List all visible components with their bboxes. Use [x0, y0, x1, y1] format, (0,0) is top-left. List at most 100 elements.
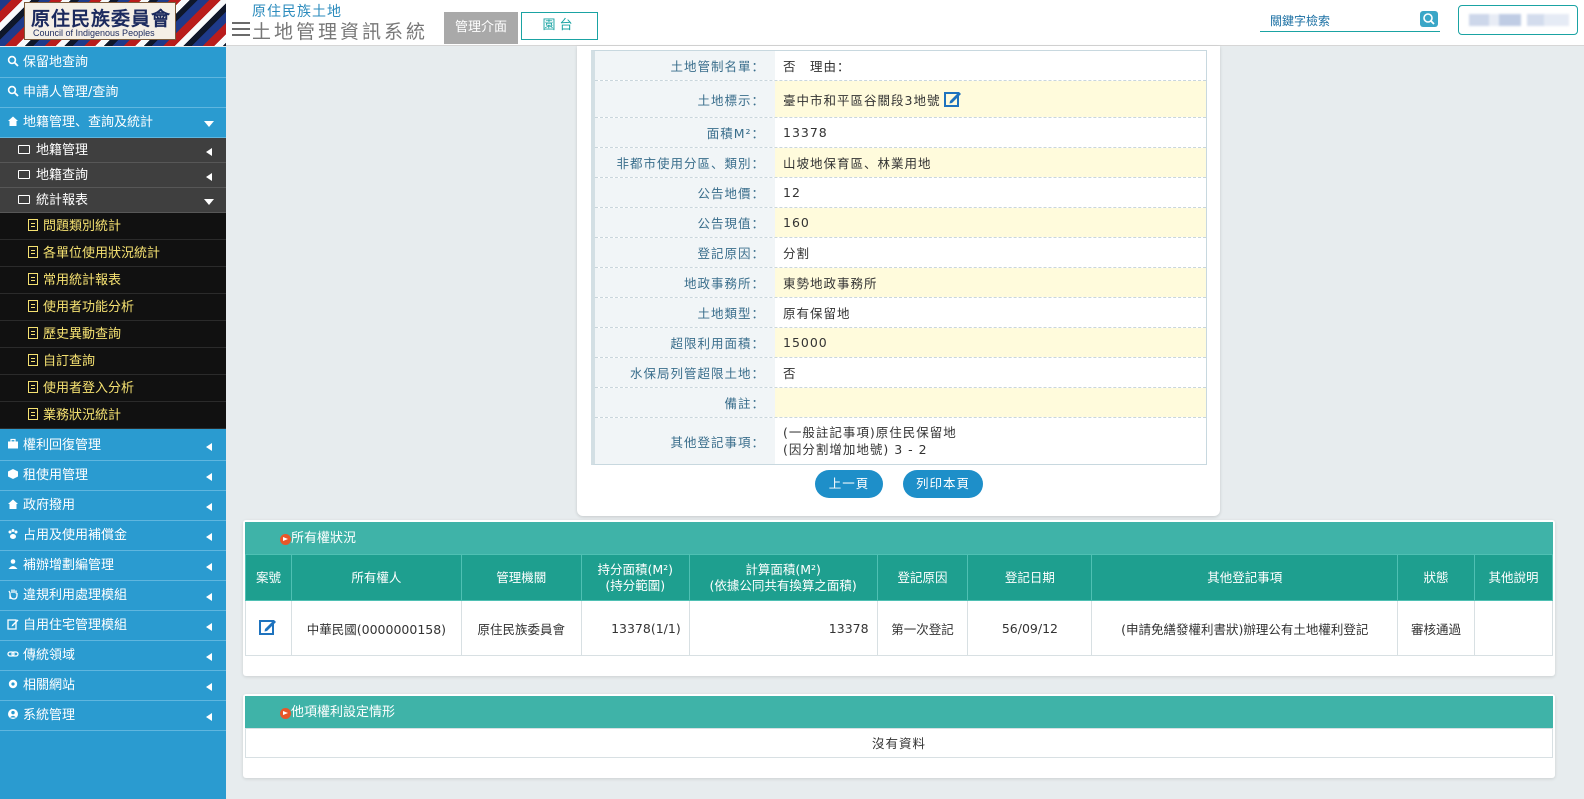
- ownership-panel-header: 所有權狀況: [245, 522, 1553, 554]
- sidebar-item-label: 申請人管理/查詢: [23, 85, 119, 100]
- detail-label: 土地標示：: [595, 81, 775, 117]
- report-item-label: 歷史異動查詢: [43, 327, 122, 342]
- arrow-circle-right-icon: [280, 534, 291, 545]
- detail-row: 超限利用面積： 15000: [595, 328, 1206, 358]
- sidebar-subitem-reports[interactable]: 統計報表: [0, 188, 226, 213]
- edit-icon[interactable]: [943, 89, 963, 109]
- detail-value: 臺中市和平區谷關段3地號: [775, 81, 1206, 117]
- sidebar: 保留地查詢 申請人管理/查詢 地籍管理、查詢及統計 地籍管理 地籍查詢 統計報表…: [0, 47, 226, 799]
- document-icon: [28, 327, 38, 339]
- report-item[interactable]: 使用者功能分析: [0, 294, 226, 321]
- chevron-left-icon: [206, 713, 212, 721]
- system-title-line2: 土地管理資訊系統: [252, 21, 429, 43]
- sidebar-item-violation[interactable]: 違規利用處理模組: [0, 581, 226, 611]
- status-cell: 審核通過: [1397, 600, 1475, 656]
- sidebar-item-lease[interactable]: 租使用管理: [0, 461, 226, 491]
- agency-cell: 原住民族委員會: [460, 600, 582, 656]
- other-cell: (申請免繕發權利書狀)辦理公有土地權利登記: [1091, 600, 1399, 656]
- sidebar-item-compensation[interactable]: 占用及使用補償金: [0, 521, 226, 551]
- detail-row: 備註：: [595, 388, 1206, 418]
- chevron-left-icon: [206, 653, 212, 661]
- search-icon: [7, 55, 19, 67]
- reason-cell: 第一次登記: [876, 600, 969, 656]
- sidebar-subitem-cadastral-query[interactable]: 地籍查詢: [0, 163, 226, 188]
- document-icon: [28, 273, 38, 285]
- print-page-button[interactable]: 列印本頁: [903, 470, 983, 498]
- report-item[interactable]: 業務狀況統計: [0, 402, 226, 429]
- sidebar-subitem-cadastral-manage[interactable]: 地籍管理: [0, 138, 226, 163]
- chevron-left-icon: [206, 623, 212, 631]
- col-header: 狀態: [1397, 554, 1475, 601]
- user-circle-icon: [8, 709, 18, 719]
- col-header: 所有權人: [290, 554, 462, 601]
- report-item[interactable]: 各單位使用狀況統計: [0, 240, 226, 267]
- detail-value: [775, 388, 1206, 417]
- col-header-line: (依據公同共有換算之面積): [709, 577, 857, 593]
- document-icon: [28, 354, 38, 366]
- detail-value: 160: [775, 208, 1206, 237]
- detail-value: 15000: [775, 328, 1206, 357]
- report-item[interactable]: 常用統計報表: [0, 267, 226, 294]
- report-item-label: 自訂查詢: [43, 354, 96, 369]
- chevron-left-icon: [206, 148, 212, 156]
- no-data-message: 沒有資料: [245, 728, 1553, 758]
- gear-icon: [8, 679, 18, 689]
- detail-row: 登記原因： 分割: [595, 238, 1206, 268]
- report-item-label: 使用者功能分析: [43, 300, 135, 315]
- col-header-line: (持分範圍): [605, 577, 666, 593]
- user-account-button[interactable]: [1458, 5, 1578, 35]
- report-item[interactable]: 問題類別統計: [0, 213, 226, 240]
- sidebar-item-rights-restore[interactable]: 權利回復管理: [0, 431, 226, 461]
- sidebar-item-label: 地籍管理、查詢及統計: [23, 115, 154, 130]
- detail-value: (一般註記事項)原住民保留地 (因分割增加地號) 3 - 2: [775, 418, 1206, 464]
- detail-value: 山坡地保育區、林業用地: [775, 148, 1206, 177]
- sidebar-item-reserved-land-query[interactable]: 保留地查詢: [0, 48, 226, 78]
- detail-row: 面積M²： 13378: [595, 118, 1206, 148]
- document-icon: [28, 219, 38, 231]
- hand-icon: [8, 589, 18, 600]
- detail-value: 原有保留地: [783, 306, 851, 321]
- logo[interactable]: 原住民族委員會 Council of Indigenous Peoples: [0, 0, 226, 46]
- detail-value: 分割: [783, 246, 811, 261]
- search-icon: [7, 85, 19, 97]
- sidebar-item-traditional-territory[interactable]: 傳統領域: [0, 641, 226, 671]
- detail-row: 土地類型： 原有保留地: [595, 298, 1206, 328]
- land-detail-card: 土地管制名單： 否 理由： 土地標示： 臺中市和平區谷關段3地號 面積M²： 1337…: [577, 46, 1220, 516]
- report-item[interactable]: 使用者登入分析: [0, 375, 226, 402]
- detail-value-line: (一般註記事項)原住民保留地: [783, 425, 957, 440]
- other-rights-panel-header: 他項權利設定情形: [245, 696, 1553, 728]
- edit-icon[interactable]: [258, 617, 278, 637]
- sidebar-subitem-label: 地籍管理: [36, 143, 89, 158]
- report-item[interactable]: 歷史異動查詢: [0, 321, 226, 348]
- tab-front[interactable]: 園台: [521, 12, 598, 40]
- prev-page-button[interactable]: 上一頁: [815, 470, 883, 498]
- detail-label: 其他登記事項：: [595, 418, 775, 464]
- sidebar-item-related-sites[interactable]: 相關網站: [0, 671, 226, 701]
- sidebar-item-cadastral[interactable]: 地籍管理、查詢及統計: [0, 108, 226, 138]
- sidebar-item-supplement[interactable]: 補辦增劃編管理: [0, 551, 226, 581]
- tab-admin[interactable]: 管理介面: [444, 12, 518, 44]
- detail-row: 其他登記事項： (一般註記事項)原住民保留地 (因分割增加地號) 3 - 2: [595, 418, 1206, 464]
- land-detail-table: 土地管制名單： 否 理由： 土地標示： 臺中市和平區谷關段3地號 面積M²： 1337…: [591, 50, 1207, 465]
- report-item[interactable]: 自訂查詢: [0, 348, 226, 375]
- note-cell: [1474, 600, 1553, 656]
- sidebar-item-applicant[interactable]: 申請人管理/查詢: [0, 78, 226, 108]
- menu-toggle-icon[interactable]: [232, 22, 250, 38]
- col-header: 管理機關: [460, 554, 582, 601]
- detail-label: 登記原因：: [595, 238, 775, 267]
- report-item-label: 常用統計報表: [43, 273, 122, 288]
- detail-value: 12: [783, 185, 801, 200]
- detail-label: 面積M²：: [595, 118, 775, 147]
- user-name-blurred: [1469, 14, 1569, 26]
- sidebar-item-housing[interactable]: 自用住宅管理模組: [0, 611, 226, 641]
- folder-open-icon: [18, 195, 30, 204]
- search-icon[interactable]: [1420, 11, 1438, 27]
- sidebar-item-gov-allocation[interactable]: 政府撥用: [0, 491, 226, 521]
- sidebar-item-system-admin[interactable]: 系統管理: [0, 701, 226, 731]
- detail-row: 地政事務所： 東勢地政事務所: [595, 268, 1206, 298]
- document-icon: [28, 246, 38, 258]
- sidebar-item-label: 權利回復管理: [23, 438, 102, 453]
- sidebar-item-label: 系統管理: [23, 708, 76, 723]
- detail-label: 水保局列管超限土地：: [595, 358, 775, 387]
- search-input[interactable]: [1260, 10, 1440, 32]
